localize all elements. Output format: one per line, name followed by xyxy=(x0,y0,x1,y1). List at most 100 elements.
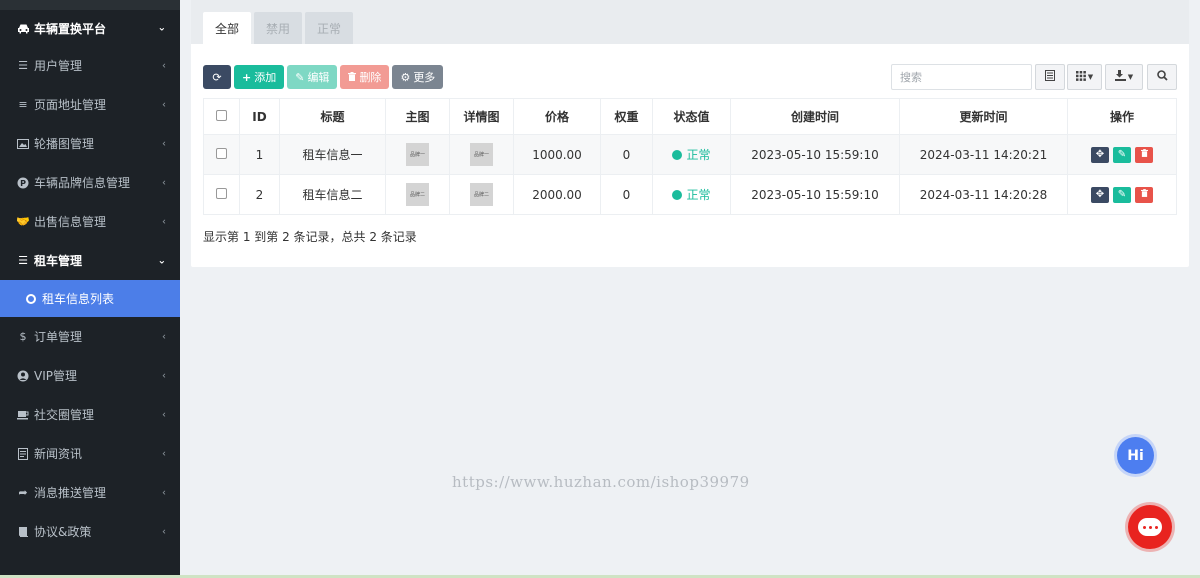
sidebar-item-news[interactable]: 新闻资讯 ‹ xyxy=(0,434,180,473)
row-delete-button[interactable] xyxy=(1135,146,1153,163)
delete-button[interactable]: 删除 xyxy=(340,65,390,89)
main-image-thumbnail[interactable]: 品牌二 xyxy=(406,183,429,206)
hi-chat-button[interactable]: Hi xyxy=(1117,437,1154,474)
bars-icon: ≡ xyxy=(18,98,28,111)
toolbar: ⟳ + 添加 ✎ 编辑 删除 ⚙ 更多 xyxy=(203,65,444,89)
edit-button-label: 编辑 xyxy=(307,71,330,84)
column-header[interactable]: 更新时间 xyxy=(899,98,1068,135)
toggle-view-button[interactable] xyxy=(1035,64,1065,90)
chevron-left-icon: ‹ xyxy=(162,448,166,459)
detail-image-thumbnail[interactable]: 品牌二 xyxy=(470,183,493,206)
edit-button[interactable]: ✎ 编辑 xyxy=(287,65,338,89)
column-header[interactable]: 价格 xyxy=(513,98,601,135)
column-header[interactable]: 权重 xyxy=(600,98,653,135)
sidebar-item-push[interactable]: ➦ 消息推送管理 ‹ xyxy=(0,473,180,512)
sidebar-item-label: 消息推送管理 xyxy=(34,486,107,500)
tab-normal[interactable]: 正常 xyxy=(305,12,354,44)
chevron-left-icon: ‹ xyxy=(162,487,166,498)
chevron-left-icon: ‹ xyxy=(162,526,166,537)
sidebar-item-users[interactable]: ☰ 用户管理 ‹ xyxy=(0,46,180,85)
column-header[interactable]: 状态值 xyxy=(652,98,731,135)
row-edit-button[interactable]: ✎ xyxy=(1113,186,1131,203)
chevron-left-icon: ‹ xyxy=(162,60,166,71)
select-all-checkbox[interactable] xyxy=(216,109,227,121)
updated-time-cell: 2024-03-11 14:20:28 xyxy=(899,174,1068,215)
row-checkbox[interactable] xyxy=(216,147,227,159)
dollar-icon: $ xyxy=(19,330,27,343)
updated-time-cell: 2024-03-11 14:20:21 xyxy=(899,134,1068,175)
pencil-icon: ✎ xyxy=(1117,149,1127,161)
column-header: 操作 xyxy=(1067,98,1177,135)
caret-down-icon: ▼ xyxy=(1127,73,1134,81)
chevron-left-icon: ‹ xyxy=(162,99,166,110)
detail-image-thumbnail[interactable]: 品牌一 xyxy=(470,143,493,166)
column-header[interactable]: ID xyxy=(239,98,280,135)
detail-image-cell: 品牌二 xyxy=(449,174,514,215)
sidebar-item-orders[interactable]: $ 订单管理 ‹ xyxy=(0,317,180,356)
download-icon xyxy=(1114,70,1126,84)
circle-icon xyxy=(26,293,36,304)
sidebar-item-vip[interactable]: VIP管理 ‹ xyxy=(0,356,180,395)
sidebar-item-label: VIP管理 xyxy=(34,369,77,383)
id-cell: 2 xyxy=(239,174,280,215)
row-edit-button[interactable]: ✎ xyxy=(1113,146,1131,163)
sidebar-item-brands[interactable]: P 车辆品牌信息管理 ‹ xyxy=(0,163,180,202)
plus-icon: + xyxy=(242,70,252,84)
sidebar-header[interactable]: 车辆置换平台 ⌄ xyxy=(0,10,180,46)
table-row: 2 租车信息二 品牌二 品牌二 2000.00 0 正常 2023-05-10 … xyxy=(203,174,1177,215)
main-image-thumbnail[interactable]: 品牌一 xyxy=(406,143,429,166)
detail-image-cell: 品牌一 xyxy=(449,134,514,175)
list-icon: ☰ xyxy=(18,59,28,72)
status-badge[interactable]: 正常 xyxy=(672,146,711,163)
column-header[interactable]: 主图 xyxy=(385,98,450,135)
more-button-label: 更多 xyxy=(413,71,436,84)
chevron-down-icon: ⌄ xyxy=(157,255,166,266)
refresh-button[interactable]: ⟳ xyxy=(203,65,231,89)
search-button[interactable] xyxy=(1147,64,1177,90)
column-header[interactable]: 标题 xyxy=(279,98,386,135)
drag-row-button[interactable]: ✥ xyxy=(1091,186,1109,203)
column-header[interactable]: 创建时间 xyxy=(730,98,900,135)
user-circle-icon xyxy=(16,369,30,383)
sidebar-item-rental[interactable]: ☰ 租车管理 ⌄ xyxy=(0,241,180,280)
sidebar-header-label: 车辆置换平台 xyxy=(34,21,107,36)
sidebar: 车辆置换平台 ⌄ ☰ 用户管理 ‹ ≡ 页面地址管理 ‹ 轮播图管理 ‹ P 车… xyxy=(0,0,180,578)
trash-icon xyxy=(1140,189,1148,200)
coffee-icon xyxy=(16,408,30,422)
sidebar-item-label: 页面地址管理 xyxy=(34,98,107,112)
row-checkbox[interactable] xyxy=(216,187,227,199)
chat-button[interactable] xyxy=(1128,505,1172,549)
pagination-info: 显示第 1 到第 2 条记录，总共 2 条记录 xyxy=(203,230,417,244)
more-button[interactable]: ⚙ 更多 xyxy=(392,65,444,89)
sidebar-item-label: 订单管理 xyxy=(34,330,83,344)
drag-row-button[interactable]: ✥ xyxy=(1091,146,1109,163)
move-icon: ✥ xyxy=(1095,149,1105,161)
chevron-down-icon: ⌄ xyxy=(157,22,166,34)
sidebar-item-social[interactable]: 社交圈管理 ‹ xyxy=(0,395,180,434)
export-button[interactable]: ▼ xyxy=(1105,64,1143,90)
add-button[interactable]: + 添加 xyxy=(234,65,285,89)
chevron-left-icon: ‹ xyxy=(162,409,166,420)
sidebar-item-label: 出售信息管理 xyxy=(34,215,107,229)
sidebar-item-page-urls[interactable]: ≡ 页面地址管理 ‹ xyxy=(0,85,180,124)
column-header[interactable]: 详情图 xyxy=(449,98,514,135)
tab-disabled[interactable]: 禁用 xyxy=(254,12,303,44)
columns-button[interactable]: ▼ xyxy=(1067,64,1102,90)
search-input[interactable] xyxy=(891,64,1032,90)
tab-all[interactable]: 全部 xyxy=(203,12,252,44)
sidebar-item-rental-list[interactable]: 租车信息列表 xyxy=(0,280,180,317)
car-icon xyxy=(16,21,30,35)
row-delete-button[interactable] xyxy=(1135,186,1153,203)
gear-icon: ⚙ xyxy=(400,70,411,84)
status-badge[interactable]: 正常 xyxy=(672,186,711,203)
sidebar-item-label: 协议&政策 xyxy=(34,525,92,539)
sidebar-item-banners[interactable]: 轮播图管理 ‹ xyxy=(0,124,180,163)
chat-icon xyxy=(1138,518,1162,536)
sidebar-item-sales[interactable]: 🤝 出售信息管理 ‹ xyxy=(0,202,180,241)
sidebar-topbar xyxy=(0,0,180,10)
table-row: 1 租车信息一 品牌一 品牌一 1000.00 0 正常 2023-05-10 … xyxy=(203,134,1177,175)
book-icon xyxy=(16,525,30,539)
table-panel: 全部 禁用 正常 ⟳ + 添加 ✎ 编辑 删除 ⚙ 更多 搜索 ▼ ▼ ID 标… xyxy=(191,0,1189,267)
sidebar-item-policy[interactable]: 协议&政策 ‹ xyxy=(0,512,180,551)
price-cell: 1000.00 xyxy=(513,134,601,175)
